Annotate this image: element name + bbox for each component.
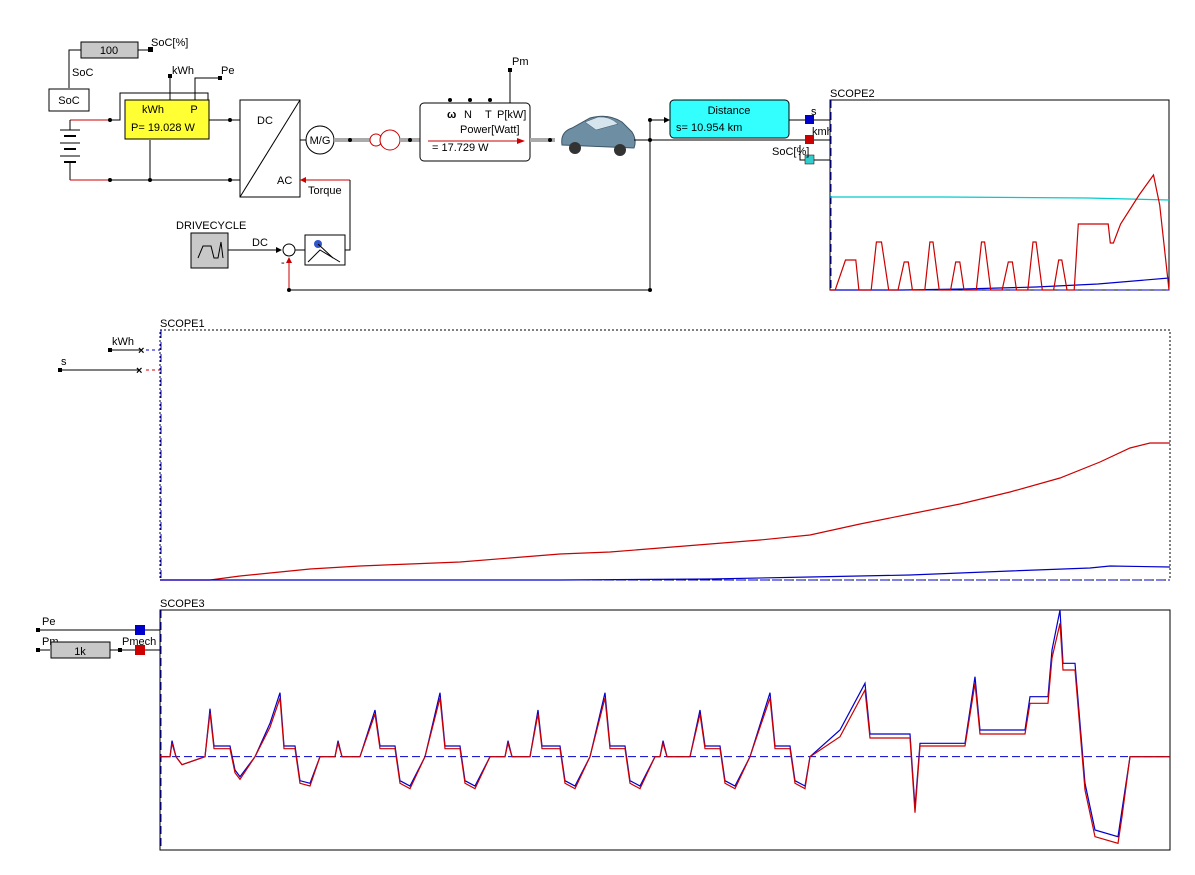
dc-wire-label: DC — [252, 237, 268, 249]
sensor-power-value: = 17.729 W — [432, 142, 489, 154]
scope1-title: SCOPE1 — [160, 318, 205, 330]
power-meter[interactable]: kWh P P= 19.028 W — [124, 99, 210, 140]
dc-ac-converter[interactable]: DC AC — [239, 99, 301, 198]
car-icon[interactable] — [561, 115, 636, 156]
scope3[interactable]: SCOPE3 — [159, 598, 1171, 851]
drivecycle-label: DRIVECYCLE — [176, 220, 246, 232]
distance-block[interactable]: Distance s= 10.954 km — [669, 99, 790, 139]
soc-constant-label: 100 — [100, 45, 118, 57]
controller-block[interactable] — [304, 234, 346, 266]
distance-value: s= 10.954 km — [676, 122, 742, 134]
meter-kwh-label: kWh — [142, 104, 164, 116]
scope1-in-kwh-label: kWh — [112, 336, 134, 348]
sensor-omega-label: ω — [447, 109, 456, 121]
soc-block[interactable]: SoC — [48, 88, 90, 112]
scope3-title: SCOPE3 — [160, 598, 205, 610]
scope2[interactable]: SCOPE2 — [829, 88, 1170, 291]
soc-constant-block[interactable]: 100 — [80, 41, 139, 59]
sensor-t-label: T — [485, 109, 492, 121]
sensor-power-label: Power[Watt] — [460, 124, 520, 136]
drivecycle-block[interactable] — [190, 232, 229, 269]
distance-title: Distance — [708, 105, 751, 117]
pe-top-label: Pe — [221, 65, 234, 77]
pm-top-label: Pm — [512, 56, 529, 68]
scope1-in-s-label: s — [61, 356, 67, 368]
gain-1k-block[interactable]: 1k — [50, 641, 111, 659]
converter-dc-label: DC — [257, 115, 273, 127]
battery-icon[interactable] — [60, 119, 110, 181]
motor-generator-icon[interactable]: M/G — [305, 125, 335, 155]
svg-text:×: × — [136, 365, 142, 377]
schematic-canvas[interactable]: 100 SoC[%] SoC SoC kWh Pe kWh P P= 19.02… — [0, 0, 1195, 875]
meter-p-label: P — [190, 104, 197, 116]
soc-pct-label: SoC[%] — [151, 37, 188, 49]
converter-ac-label: AC — [277, 175, 292, 187]
mechanical-sensor[interactable]: ω N T P[kW] Power[Watt] = 17.729 W — [419, 102, 531, 162]
torque-label: Torque — [308, 185, 342, 197]
kwh-top-label: kWh — [172, 65, 194, 77]
scope1[interactable]: SCOPE1 — [159, 318, 1171, 581]
minus-label: - — [281, 257, 285, 269]
motor-label: M/G — [310, 135, 331, 147]
scope2-title: SCOPE2 — [830, 88, 875, 100]
flywheel-icon[interactable] — [369, 129, 401, 151]
sensor-n-label: N — [464, 109, 472, 121]
sensor-pkw-label: P[kW] — [497, 109, 526, 121]
gain-label: 1k — [74, 646, 86, 658]
scope3-in-pe-label: Pe — [42, 616, 55, 628]
soc-block-label: SoC — [58, 95, 79, 107]
soc-wire-label: SoC — [72, 67, 93, 79]
meter-power-value: P= 19.028 W — [131, 122, 196, 134]
out-s-label: s — [811, 106, 817, 118]
out-soc-label: SoC[%] — [772, 146, 809, 158]
svg-text:×: × — [138, 345, 144, 357]
